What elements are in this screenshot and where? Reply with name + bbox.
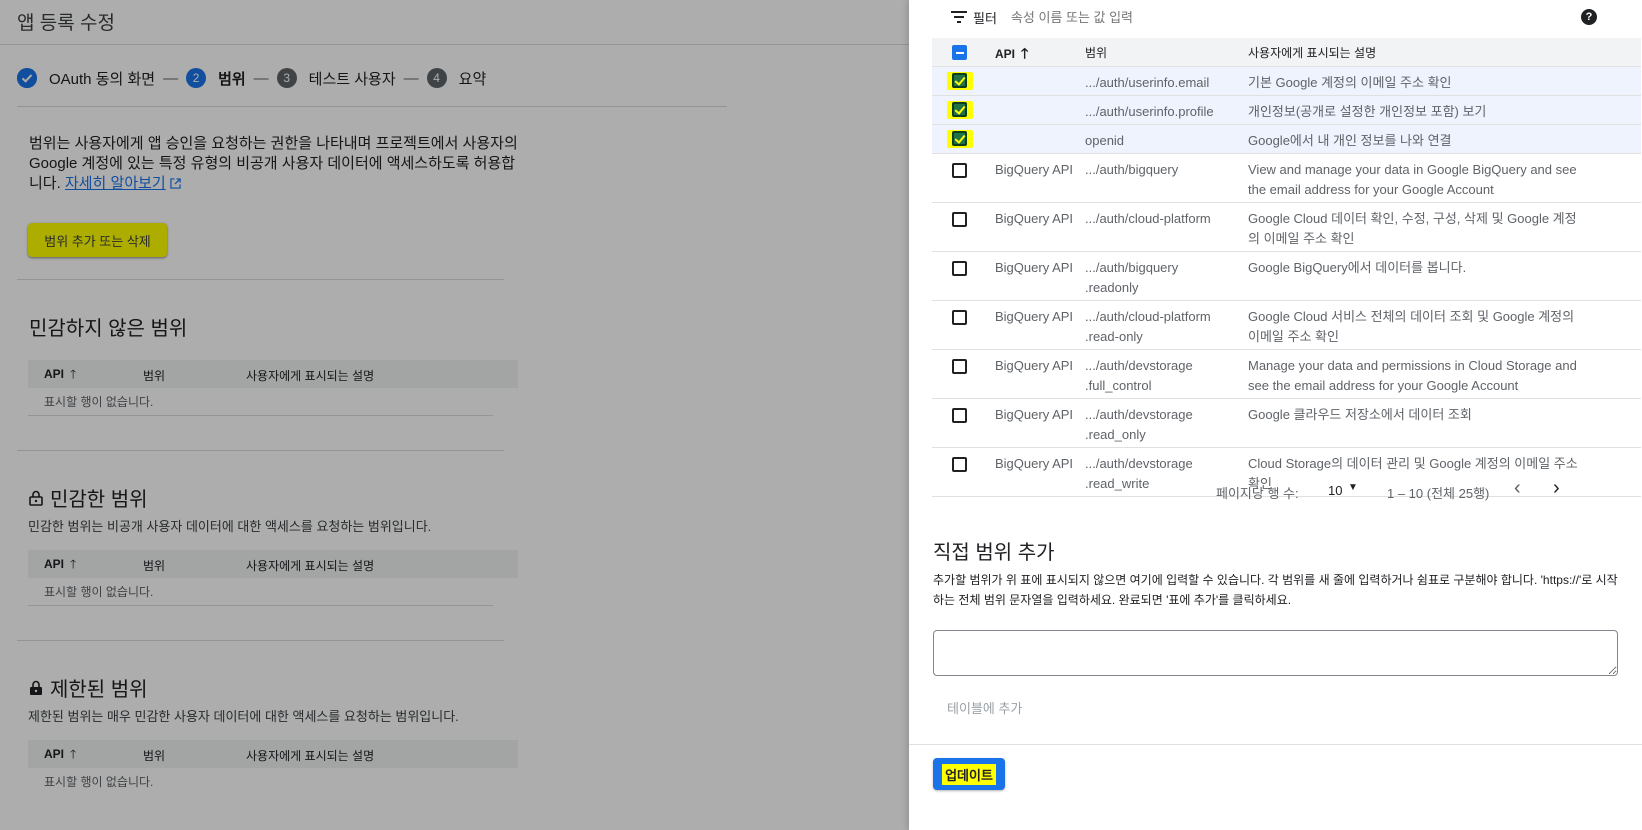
row-description: Google BigQuery에서 데이터를 봅니다. — [1248, 260, 1467, 275]
page-range: 1 – 10 (전체 25행) — [1387, 486, 1490, 501]
row-checkbox[interactable] — [952, 212, 967, 227]
update-button[interactable]: 업데이트 — [933, 758, 1005, 790]
row-api: BigQuery API — [995, 309, 1074, 324]
row-scope: .../auth/devstorage .full_control — [1085, 358, 1193, 393]
row-checkbox[interactable] — [952, 457, 967, 472]
manual-scopes-desc: 추가할 범위가 위 표에 표시되지 않으면 여기에 입력할 수 있습니다. 각 … — [933, 573, 1618, 607]
row-scope: .../auth/bigquery .readonly — [1085, 260, 1179, 295]
row-scope: .../auth/userinfo.email — [1085, 75, 1210, 90]
row-api: BigQuery API — [995, 211, 1074, 226]
row-checkbox-checked[interactable] — [947, 72, 973, 90]
add-to-table-button[interactable]: 테이블에 추가 — [947, 698, 1022, 717]
table-row[interactable]: BigQuery API .../auth/devstorage .full_c… — [932, 350, 1641, 399]
row-checkbox-checked[interactable] — [947, 101, 973, 119]
manual-scopes-textarea[interactable] — [933, 630, 1618, 676]
column-api-header[interactable]: API 🡑 — [995, 43, 1075, 64]
filter-icon[interactable] — [951, 11, 967, 23]
row-scope: .../auth/devstorage .read_only — [1085, 407, 1193, 442]
update-button-label: 업데이트 — [942, 763, 996, 785]
row-description: Google Cloud 서비스 전체의 데이터 조회 및 Google 계정의… — [1248, 309, 1575, 344]
row-checkbox[interactable] — [952, 408, 967, 423]
footer-divider — [909, 744, 1642, 745]
pagination: 페이지당 행 수: 10 ▼ 1 – 10 (전체 25행) ‹ › — [932, 476, 1641, 516]
row-description: Google 클라우드 저장소에서 데이터 조회 — [1248, 407, 1472, 422]
row-description: 개인정보(공개로 설정한 개인정보 포함) 보기 — [1248, 104, 1487, 119]
row-scope: .../auth/bigquery — [1085, 162, 1179, 177]
rows-per-page-select[interactable]: 10 — [1328, 483, 1342, 498]
column-description-header: 사용자에게 표시되는 설명 — [1248, 46, 1377, 60]
help-icon[interactable]: ? — [1581, 9, 1597, 25]
row-scope: .../auth/userinfo.profile — [1085, 104, 1214, 119]
modal-scrim[interactable] — [0, 0, 909, 830]
update-scopes-panel: 필터 ? API🡑 범위 사용자에게 표시되는 설명 .../auth/user… — [909, 0, 1642, 830]
row-checkbox[interactable] — [952, 163, 967, 178]
row-checkbox[interactable] — [952, 310, 967, 325]
row-description: Manage your data and permissions in Clou… — [1248, 358, 1577, 393]
table-row[interactable]: BigQuery API .../auth/devstorage .read_o… — [932, 399, 1641, 448]
table-row[interactable]: .../auth/userinfo.profile 개인정보(공개로 설정한 개… — [932, 96, 1641, 125]
row-scope: openid — [1085, 133, 1125, 148]
chevron-left-icon[interactable]: ‹ — [1514, 477, 1521, 500]
row-checkbox[interactable] — [952, 261, 967, 276]
filter-input[interactable] — [1010, 9, 1311, 25]
column-scope-header: 범위 — [1085, 46, 1108, 60]
select-all-checkbox[interactable] — [952, 45, 967, 60]
row-api: BigQuery API — [995, 456, 1074, 471]
table-row[interactable]: BigQuery API .../auth/bigquery View and … — [932, 154, 1641, 203]
row-checkbox[interactable] — [952, 359, 967, 374]
chevron-right-icon[interactable]: › — [1553, 477, 1560, 500]
table-row[interactable]: BigQuery API .../auth/bigquery .readonly… — [932, 252, 1641, 301]
table-row[interactable]: BigQuery API .../auth/cloud-platform .re… — [932, 301, 1641, 350]
row-api: BigQuery API — [995, 407, 1074, 422]
row-description: Google에서 내 개인 정보를 나와 연결 — [1248, 133, 1452, 148]
row-api: BigQuery API — [995, 260, 1074, 275]
table-header: API 🡑 범위 사용자에게 표시되는 설명 — [932, 38, 1641, 67]
rows-per-page-label: 페이지당 행 수: — [1216, 486, 1299, 501]
row-scope: .../auth/cloud-platform .read-only — [1085, 309, 1211, 344]
scopes-table: API 🡑 범위 사용자에게 표시되는 설명 .../auth/userinfo.… — [932, 38, 1641, 497]
row-description: View and manage your data in Google BigQ… — [1248, 162, 1577, 197]
caret-down-icon[interactable]: ▼ — [1348, 482, 1358, 493]
manual-scopes-title: 직접 범위 추가 — [933, 542, 1055, 564]
row-api: BigQuery API — [995, 162, 1074, 177]
row-description: 기본 Google 계정의 이메일 주소 확인 — [1248, 75, 1452, 90]
row-checkbox-checked[interactable] — [947, 130, 973, 148]
table-row[interactable]: BigQuery API .../auth/cloud-platform Goo… — [932, 203, 1641, 252]
row-description: Google Cloud 데이터 확인, 수정, 구성, 삭제 및 Google… — [1248, 211, 1577, 246]
row-scope: .../auth/cloud-platform — [1085, 211, 1211, 226]
table-row[interactable]: openid Google에서 내 개인 정보를 나와 연결 — [932, 125, 1641, 154]
table-row[interactable]: .../auth/userinfo.email 기본 Google 계정의 이메… — [932, 67, 1641, 96]
filter-label[interactable]: 필터 — [973, 8, 997, 27]
arrow-up-icon[interactable]: 🡑 — [1021, 45, 1028, 61]
row-api: BigQuery API — [995, 358, 1074, 373]
filter-bar: 필터 — [951, 6, 1311, 28]
